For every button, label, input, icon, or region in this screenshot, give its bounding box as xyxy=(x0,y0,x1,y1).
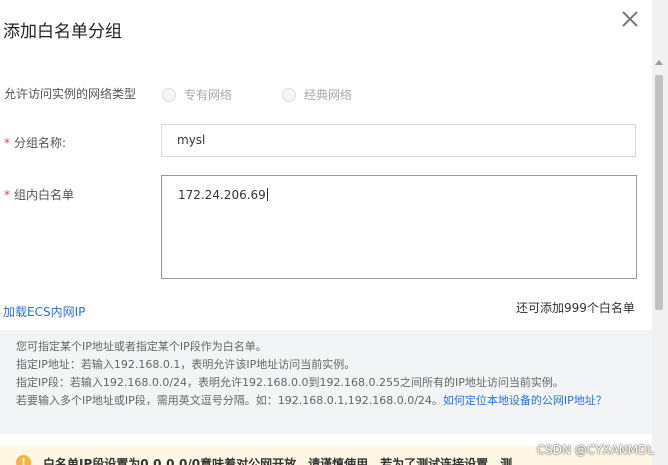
info-line: 若要输入多个IP地址或IP段，需用英文逗号分隔。如：192.168.0.1,19… xyxy=(16,392,626,410)
remaining-count: 还可添加999个白名单 xyxy=(516,301,635,315)
radio-classic-label: 经典网络 xyxy=(304,88,353,102)
scrollbar-thumb[interactable] xyxy=(655,75,663,310)
group-name-input[interactable]: mysl xyxy=(161,124,636,157)
required-mark: * xyxy=(4,136,10,150)
info-line-text: 若要输入多个IP地址或IP段，需用英文逗号分隔。如：192.168.0.1,19… xyxy=(16,394,443,407)
radio-vpc[interactable]: 专有网络 xyxy=(162,86,232,103)
radio-dot xyxy=(162,87,176,102)
radio-vpc-label: 专有网络 xyxy=(184,88,233,102)
info-box: 您可指定某个IP地址或者指定某个IP段作为白名单。 指定IP地址：若输入192.… xyxy=(0,330,652,434)
watermark: CSDN @CYXANMDL xyxy=(536,443,654,457)
group-name-label-text: 分组名称: xyxy=(14,136,67,150)
network-type-label: 允许访问实例的网络类型 xyxy=(4,87,137,101)
close-icon[interactable] xyxy=(619,8,641,30)
dialog-title: 添加白名单分组 xyxy=(3,22,122,42)
radio-dot xyxy=(282,87,296,102)
load-ecs-ip-link[interactable]: 加载ECS内网IP xyxy=(3,303,85,320)
locate-public-ip-link[interactable]: 如何定位本地设备的公网IP地址？ xyxy=(443,394,607,407)
required-mark: * xyxy=(4,188,10,202)
radio-classic[interactable]: 经典网络 xyxy=(282,86,352,103)
scroll-up-arrow-icon[interactable] xyxy=(655,60,663,65)
whitelist-textarea[interactable]: 172.24.206.69 xyxy=(161,175,637,279)
warning-icon: ! xyxy=(16,455,31,465)
text-cursor xyxy=(266,188,268,201)
group-name-label: * 分组名称: xyxy=(4,134,66,151)
whitelist-label-text: 组内白名单 xyxy=(14,188,75,202)
whitelist-value: 172.24.206.69 xyxy=(178,188,266,202)
info-line: 您可指定某个IP地址或者指定某个IP段作为白名单。 xyxy=(16,340,267,353)
warning-text: 白名单IP段设置为0.0.0.0/0意味着对公网开放，请谨慎使用。若为了测试连接… xyxy=(43,457,513,465)
whitelist-label: * 组内白名单 xyxy=(4,186,74,203)
add-whitelist-group-dialog: 添加白名单分组 允许访问实例的网络类型 专有网络 经典网络 * 分组名称: mys… xyxy=(0,0,652,465)
info-line: 指定IP地址：若输入192.168.0.1，表明允许该IP地址访问当前实例。 xyxy=(16,358,356,371)
info-line: 指定IP段：若输入192.168.0.0/24，表明允许192.168.0.0到… xyxy=(16,376,564,389)
